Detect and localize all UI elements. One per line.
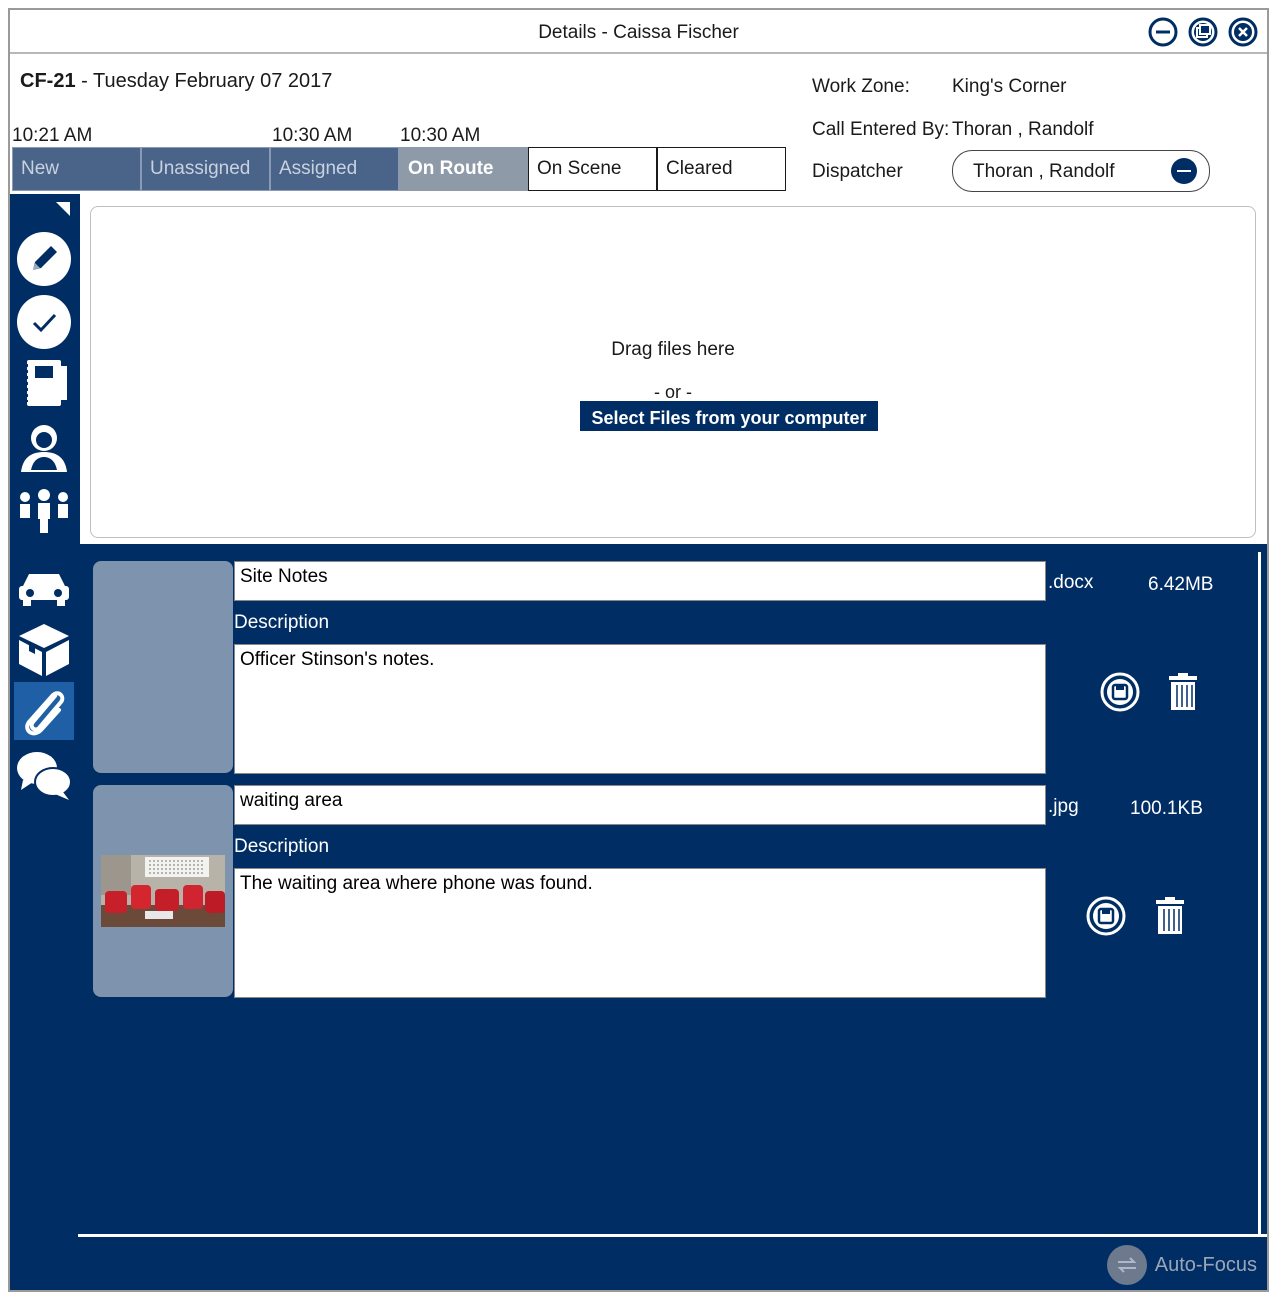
delete-icon[interactable] (1161, 670, 1205, 714)
waiting-area-photo-icon (101, 855, 225, 927)
attachment-name-input[interactable] (234, 561, 1046, 601)
time-assigned: 10:30 AM (272, 125, 353, 146)
remove-dispatcher-icon[interactable] (1171, 158, 1197, 184)
attachment-description-input[interactable]: Officer Stinson's notes. (234, 644, 1046, 774)
drag-files-text: Drag files here (611, 339, 735, 360)
call-id: CF-21 (20, 70, 76, 92)
swap-arrows-icon (1106, 1245, 1147, 1285)
status-on-route[interactable]: On Route (399, 147, 528, 191)
attachment-size: 6.42MB (1148, 574, 1214, 595)
pencil-icon (17, 232, 71, 286)
paperclip-icon (25, 691, 65, 736)
status-assigned[interactable]: Assigned (270, 147, 399, 191)
attachment-thumbnail (93, 561, 233, 773)
time-new: 10:21 AM (12, 125, 93, 146)
status-cleared[interactable]: Cleared (657, 147, 786, 191)
minimize-icon[interactable] (1147, 16, 1179, 48)
work-zone-label: Work Zone: (812, 76, 910, 97)
sidebar-person[interactable] (14, 418, 74, 476)
collapse-corner-icon[interactable] (56, 202, 70, 216)
upload-area: Drag files here - or - Select Files from… (80, 194, 1267, 544)
attachment-description-input[interactable]: The waiting area where phone was found. (234, 868, 1046, 998)
dispatcher-field[interactable]: Thoran , Randolf (952, 150, 1210, 192)
check-icon (17, 295, 71, 349)
work-zone-value: King's Corner (952, 76, 1067, 97)
save-icon[interactable] (1084, 894, 1128, 938)
status-unassigned[interactable]: Unassigned (141, 147, 270, 191)
sidebar-messages[interactable] (14, 746, 74, 804)
call-separator: - (75, 70, 93, 92)
entered-by-label: Call Entered By: (812, 119, 950, 140)
close-icon[interactable] (1227, 16, 1259, 48)
call-header: CF-21 - Tuesday February 07 2017 (20, 70, 332, 93)
window-controls (1147, 16, 1259, 48)
or-text: - or - (654, 382, 692, 402)
status-bar: New Unassigned Assigned On Route On Scen… (12, 147, 786, 191)
sidebar-people[interactable] (14, 484, 74, 542)
attachment-extension: .docx (1048, 572, 1094, 593)
chat-icon (17, 752, 72, 800)
title-bar: Details - Caissa Fischer (10, 10, 1267, 54)
notebook-icon (26, 360, 67, 406)
time-on-route: 10:30 AM (400, 125, 481, 146)
attachments-panel: Drag files here - or - Select Files from… (78, 194, 1267, 1290)
status-on-scene[interactable]: On Scene (528, 147, 657, 191)
sidebar-confirm[interactable] (14, 293, 74, 351)
sidebar-property[interactable] (14, 620, 74, 678)
attachment-item: Description Officer Stinson's notes. .do… (86, 552, 1261, 774)
dispatcher-label: Dispatcher (812, 161, 903, 182)
details-window: Details - Caissa Fischer CF-21 - Tuesday… (8, 8, 1269, 1292)
sidebar (10, 194, 78, 1290)
person-icon (21, 425, 67, 472)
status-new[interactable]: New (12, 147, 141, 191)
sidebar-attachments[interactable] (14, 682, 74, 740)
delete-icon[interactable] (1148, 894, 1192, 938)
dispatcher-value: Thoran , Randolf (973, 161, 1115, 182)
call-date: Tuesday February 07 2017 (93, 70, 333, 92)
car-icon (19, 574, 69, 606)
attachment-list: Description Officer Stinson's notes. .do… (86, 552, 1261, 1234)
window-title: Details - Caissa Fischer (538, 22, 739, 43)
auto-focus-toggle[interactable]: Auto-Focus (1106, 1245, 1257, 1285)
drop-zone[interactable]: Drag files here - or - Select Files from… (90, 206, 1256, 538)
attachment-name-input[interactable] (234, 785, 1046, 825)
entered-by-value: Thoran , Randolf (952, 119, 1094, 140)
attachment-item: Description The waiting area where phone… (86, 776, 1261, 998)
group-icon (20, 489, 68, 533)
divider (78, 1234, 1267, 1237)
attachment-thumbnail (93, 785, 233, 997)
description-label: Description (234, 612, 330, 633)
box-icon (19, 624, 69, 676)
description-label: Description (234, 836, 330, 857)
save-icon[interactable] (1098, 670, 1142, 714)
select-files-button[interactable]: Select Files from your computer (580, 401, 878, 431)
auto-focus-label: Auto-Focus (1154, 1253, 1257, 1276)
attachment-extension: .jpg (1048, 796, 1079, 817)
attachment-size: 100.1KB (1130, 798, 1203, 819)
sidebar-edit[interactable] (14, 230, 74, 288)
restore-icon[interactable] (1187, 16, 1219, 48)
sidebar-vehicle[interactable] (14, 556, 74, 614)
sidebar-notebook[interactable] (14, 354, 74, 412)
